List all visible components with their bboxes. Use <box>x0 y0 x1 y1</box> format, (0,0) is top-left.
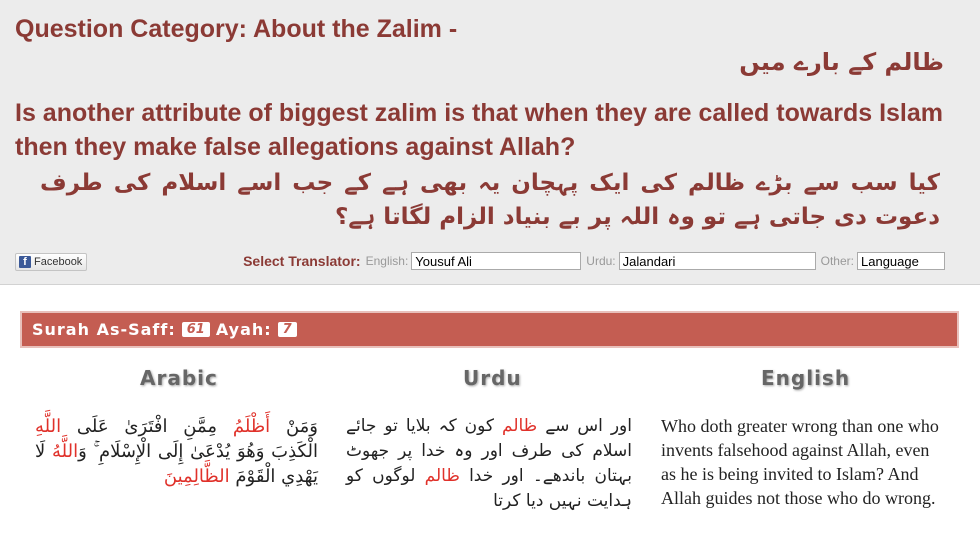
translator-label: Select Translator: <box>243 253 361 269</box>
question-text-urdu: کیا سب سے بڑے ظالم کی ایک پہچان یہ بھی ہ… <box>40 170 940 230</box>
highlight-word: أَظْلَمُ <box>232 416 271 437</box>
urdu-translation: اور اس سے ظالم کون کہ بلایا تو جائے اسلا… <box>346 416 632 511</box>
facebook-label: Facebook <box>34 256 83 268</box>
urdu-column-heading: Urdu <box>463 366 522 390</box>
ayah-number-badge: 7 <box>277 322 297 337</box>
english-translator-input[interactable] <box>411 252 582 270</box>
highlight-word: الظَّالِمِينَ <box>163 466 230 487</box>
facebook-share-button[interactable]: f Facebook <box>15 253 87 271</box>
highlight-word: ظالم <box>502 416 538 436</box>
urdu-translator-input[interactable] <box>618 252 816 270</box>
highlight-word: ظالم <box>424 466 460 486</box>
facebook-icon: f <box>19 256 31 268</box>
category-title: Question Category: About the Zalim - <box>15 15 458 43</box>
arabic-column-heading: Arabic <box>140 366 218 390</box>
other-language-input[interactable] <box>857 252 945 270</box>
translator-selector: Select Translator: English: Urdu: Other: <box>243 252 945 270</box>
question-text: Is another attribute of biggest zalim is… <box>15 99 943 161</box>
highlight-word: اللَّهِ <box>35 416 62 437</box>
arabic-verse: وَمَنْ أَظْلَمُ مِمَّنِ افْتَرَىٰ عَلَى … <box>35 416 318 487</box>
category-title-urdu: ظالم کے بارے میں <box>739 48 944 76</box>
question-header: Question Category: About the Zalim - ظال… <box>0 0 980 285</box>
other-translator-label: Other: <box>820 254 854 268</box>
ayah-label: Ayah: <box>215 320 272 339</box>
english-column-heading: English <box>761 366 851 390</box>
highlight-word: اللَّهُ <box>51 441 79 462</box>
english-translator-label: English: <box>365 254 409 268</box>
surah-label: Surah As-Saff: <box>32 320 176 339</box>
surah-number-badge: 61 <box>181 322 210 337</box>
english-translation: Who doth greater wrong than one who inve… <box>661 416 939 508</box>
urdu-translator-label: Urdu: <box>586 254 616 268</box>
surah-ayah-bar: Surah As-Saff: 61 Ayah: 7 <box>20 311 959 348</box>
